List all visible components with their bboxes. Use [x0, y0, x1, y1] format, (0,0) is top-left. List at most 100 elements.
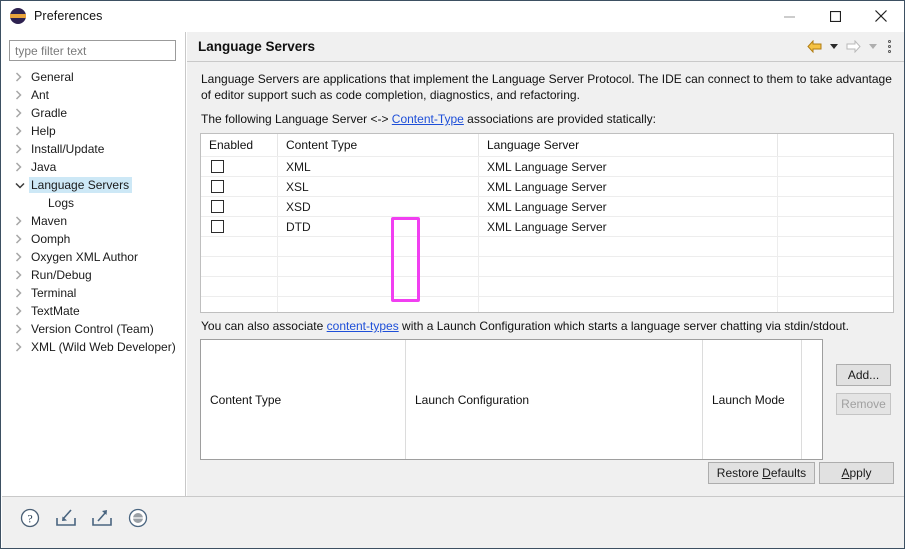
extra-cell [778, 157, 893, 176]
enabled-cell[interactable] [201, 177, 278, 196]
chevron-right-icon[interactable] [15, 266, 29, 284]
launch-configuration-table[interactable]: Content Type Launch Configuration Launch… [200, 339, 823, 460]
sidebar-item-label: Language Servers [29, 177, 133, 193]
title-bar: Preferences [1, 1, 904, 31]
enabled-cell[interactable] [201, 197, 278, 216]
sidebar-item-textmate[interactable]: TextMate [2, 302, 185, 320]
table-row[interactable]: XSL XML Language Server [201, 176, 893, 196]
enabled-checkbox[interactable] [211, 220, 224, 233]
table-row-empty[interactable] [201, 236, 893, 256]
chevron-right-icon[interactable] [15, 338, 29, 356]
language-server-cell: XML Language Server [479, 217, 778, 236]
enabled-cell [201, 237, 278, 256]
enabled-checkbox[interactable] [211, 180, 224, 193]
sidebar-item-label: Oomph [31, 232, 71, 246]
vertical-dots-icon[interactable] [882, 37, 896, 57]
chevron-right-icon[interactable] [15, 122, 29, 140]
apply-button[interactable]: Apply [819, 462, 894, 484]
content-type-link[interactable]: Content-Type [392, 112, 464, 126]
sidebar-item-maven[interactable]: Maven [2, 212, 185, 230]
chevron-right-icon[interactable] [15, 320, 29, 338]
preferences-sidebar: General Ant Gradle Help Install/Update J [2, 32, 186, 496]
column-header-extra[interactable] [802, 340, 822, 459]
footer-icon-group: ? [18, 506, 150, 530]
sidebar-item-label: Gradle [31, 106, 68, 120]
remove-button: Remove [836, 393, 891, 415]
chevron-right-icon[interactable] [15, 302, 29, 320]
enabled-cell [201, 297, 278, 312]
sidebar-item-language-servers[interactable]: Language Servers [2, 176, 185, 194]
content-type-cell: XSL [278, 177, 479, 196]
column-header-extra[interactable] [778, 134, 893, 156]
table-row-empty[interactable] [201, 256, 893, 276]
maximize-icon[interactable] [812, 1, 858, 31]
sidebar-item-terminal[interactable]: Terminal [2, 284, 185, 302]
back-dropdown-chevron-down-icon[interactable] [827, 37, 840, 57]
chevron-right-icon[interactable] [15, 104, 29, 122]
column-header-enabled[interactable]: Enabled [201, 134, 278, 156]
enabled-checkbox[interactable] [211, 160, 224, 173]
sidebar-item-label: Java [31, 160, 57, 174]
dialog-footer: ? [2, 496, 904, 548]
chevron-right-icon[interactable] [15, 68, 29, 86]
apply-mnemonic: A [841, 466, 850, 480]
chevron-right-icon[interactable] [15, 158, 29, 176]
column-header-launch-configuration[interactable]: Launch Configuration [406, 340, 703, 459]
sidebar-item-help[interactable]: Help [2, 122, 185, 140]
close-icon[interactable] [858, 1, 904, 31]
sidebar-item-gradle[interactable]: Gradle [2, 104, 185, 122]
table-row-empty[interactable] [201, 296, 893, 312]
back-arrow-icon[interactable] [804, 37, 824, 57]
sidebar-item-label: Logs [48, 196, 75, 210]
extra-cell [778, 177, 893, 196]
language-server-associations-table[interactable]: Enabled Content Type Language Server XML… [200, 133, 894, 313]
launch-config-note-prefix: You can also associate [201, 319, 327, 333]
chevron-right-icon[interactable] [15, 284, 29, 302]
sidebar-item-oxygen-xml-author[interactable]: Oxygen XML Author [2, 248, 185, 266]
chevron-right-icon[interactable] [15, 86, 29, 104]
sidebar-item-oomph[interactable]: Oomph [2, 230, 185, 248]
enabled-cell[interactable] [201, 217, 278, 236]
table-row[interactable]: DTD XML Language Server [201, 216, 893, 236]
table-row[interactable]: XSD XML Language Server [201, 196, 893, 216]
description-line-2: editor support such as code completion, … [214, 88, 580, 102]
chevron-right-icon[interactable] [15, 248, 29, 266]
column-header-content-type[interactable]: Content Type [201, 340, 406, 459]
chevron-right-icon[interactable] [15, 140, 29, 158]
sidebar-item-label: Run/Debug [31, 268, 92, 282]
column-header-launch-mode[interactable]: Launch Mode [703, 340, 802, 459]
sidebar-item-install-update[interactable]: Install/Update [2, 140, 185, 158]
import-icon[interactable] [54, 506, 78, 530]
sidebar-item-label: Help [31, 124, 56, 138]
content-type-cell [278, 297, 479, 312]
language-server-cell: XML Language Server [479, 197, 778, 216]
oomph-record-icon[interactable] [126, 506, 150, 530]
chevron-right-icon[interactable] [15, 212, 29, 230]
sidebar-item-java[interactable]: Java [2, 158, 185, 176]
window-controls [766, 1, 904, 31]
content-type-cell: XML [278, 157, 479, 176]
sidebar-item-ant[interactable]: Ant [2, 86, 185, 104]
add-button[interactable]: Add... [836, 364, 891, 386]
minimize-icon[interactable] [766, 1, 812, 31]
export-icon[interactable] [90, 506, 114, 530]
static-associations-prefix: The following Language Server <-> [201, 112, 392, 126]
chevron-down-icon[interactable] [15, 176, 29, 194]
sidebar-item-version-control[interactable]: Version Control (Team) [2, 320, 185, 338]
sidebar-item-general[interactable]: General [2, 68, 185, 86]
sidebar-item-logs[interactable]: Logs [2, 194, 185, 212]
enabled-cell[interactable] [201, 157, 278, 176]
chevron-right-icon[interactable] [15, 230, 29, 248]
table-row-empty[interactable] [201, 276, 893, 296]
sidebar-item-run-debug[interactable]: Run/Debug [2, 266, 185, 284]
help-icon[interactable]: ? [18, 506, 42, 530]
content-types-link[interactable]: content-types [327, 319, 399, 333]
enabled-checkbox[interactable] [211, 200, 224, 213]
sidebar-item-xml-wild-web-developer[interactable]: XML (Wild Web Developer) [2, 338, 185, 356]
table-row[interactable]: XML XML Language Server [201, 156, 893, 176]
column-header-language-server[interactable]: Language Server [479, 134, 778, 156]
column-header-content-type[interactable]: Content Type [278, 134, 479, 156]
language-server-cell [479, 237, 778, 256]
filter-input[interactable] [9, 40, 176, 61]
restore-defaults-button[interactable]: Restore Defaults [708, 462, 815, 484]
